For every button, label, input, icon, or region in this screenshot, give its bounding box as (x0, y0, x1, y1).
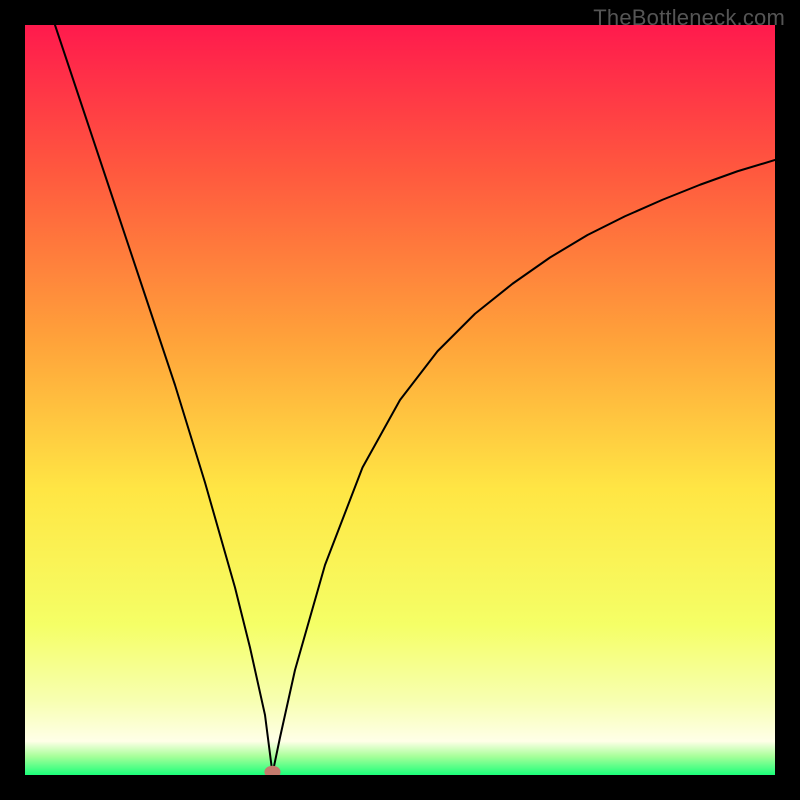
watermark-text: TheBottleneck.com (593, 5, 785, 31)
chart-svg (25, 25, 775, 775)
plot-area (25, 25, 775, 775)
chart-frame: TheBottleneck.com (0, 0, 800, 800)
